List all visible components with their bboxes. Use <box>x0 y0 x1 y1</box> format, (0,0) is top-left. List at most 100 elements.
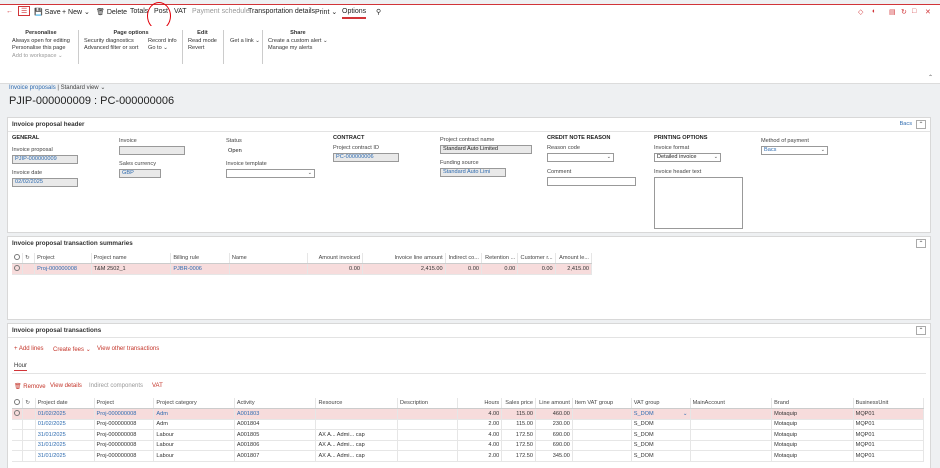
invoice-template-select[interactable]: ⌄ <box>226 169 315 178</box>
col-name[interactable]: Name <box>229 253 309 264</box>
col-description[interactable]: Description <box>397 398 458 409</box>
vat-button[interactable]: VAT <box>152 383 163 389</box>
contract-id-field[interactable]: PC-000000006 <box>333 153 399 162</box>
vat-button[interactable]: VAT <box>174 8 187 15</box>
select-all-radio[interactable] <box>12 398 24 409</box>
advanced-filter-sort[interactable]: Advanced filter or sort <box>84 45 138 53</box>
collapse-icon[interactable]: ⌃ <box>916 239 926 248</box>
table-row[interactable]: 01/02/2025 Proj-000000008 Adm A001803 4.… <box>12 408 925 420</box>
refresh-icon[interactable]: ↻ <box>901 8 907 16</box>
invoice-date-field[interactable]: 02/02/2025 <box>12 178 78 187</box>
table-row[interactable]: 31/01/2025 Proj-000000008 Labour A001807… <box>12 450 925 462</box>
col-brand[interactable]: Brand <box>771 398 854 409</box>
popout-icon[interactable]: □ <box>912 8 916 15</box>
manage-my-alerts[interactable]: Manage my alerts <box>268 45 328 53</box>
go-to[interactable]: Go to ⌄ <box>148 45 177 53</box>
col-customer-retention[interactable]: Customer r... <box>517 253 556 264</box>
close-icon[interactable]: ✕ <box>925 8 931 16</box>
get-a-link[interactable]: Get a link ⌄ <box>230 38 260 46</box>
cell-billing-rule[interactable]: PJBR-0006 <box>170 263 230 275</box>
cell-project[interactable]: Proj-000000008 <box>34 263 92 275</box>
chevron-up-icon[interactable]: ⌃ <box>928 74 933 81</box>
always-open-for-editing[interactable]: Always open for editing <box>12 38 70 46</box>
view-details-button[interactable]: View details <box>50 383 82 389</box>
menu-icon[interactable]: ☰ <box>18 6 31 16</box>
select-all-radio[interactable] <box>12 253 24 264</box>
reason-code-select[interactable]: ⌄ <box>547 153 614 162</box>
view-selector[interactable]: Standard view ⌄ <box>61 85 106 91</box>
security-diagnostics[interactable]: Security diagnostics <box>84 38 138 46</box>
col-sales-price[interactable]: Sales price <box>501 398 536 409</box>
record-info[interactable]: Record info <box>148 38 177 46</box>
search-icon[interactable]: ⚲ <box>376 8 381 16</box>
invoice-field[interactable] <box>119 146 185 155</box>
collapse-icon[interactable]: ⌃ <box>916 326 926 335</box>
row-radio[interactable] <box>12 408 24 420</box>
revert[interactable]: Revert <box>188 45 217 53</box>
view-other-transactions-button[interactable]: View other transactions <box>97 346 159 352</box>
refresh-icon[interactable]: ↻ <box>22 253 36 264</box>
cell-project-category[interactable]: Adm <box>153 408 235 420</box>
add-lines-button[interactable]: + Add lines <box>14 346 44 352</box>
col-retention[interactable]: Retention ... <box>481 253 519 264</box>
cell-vat-group[interactable]: S_DOM ⌄ <box>631 408 691 420</box>
section-title[interactable]: Invoice proposal header <box>12 121 84 128</box>
tab-hour[interactable]: Hour <box>14 363 28 371</box>
transportation-details-button[interactable]: Transportation details <box>248 8 315 15</box>
col-invoice-line-amount[interactable]: Invoice line amount <box>362 253 446 264</box>
cell-project-date[interactable]: 31/01/2025 <box>35 440 95 451</box>
indirect-components-button[interactable]: Indirect components <box>89 383 143 389</box>
col-vat-group[interactable]: VAT group <box>631 398 691 409</box>
section-title[interactable]: Invoice proposal transactions <box>12 327 101 334</box>
invoice-header-text-area[interactable] <box>654 177 743 229</box>
save-button[interactable]: 💾 Save <box>34 8 61 16</box>
col-project-name[interactable]: Project name <box>91 253 172 264</box>
cell-project-date[interactable]: 31/01/2025 <box>35 450 95 462</box>
breadcrumb-link[interactable]: Invoice proposals <box>9 85 56 91</box>
col-line-amount[interactable]: Line amount <box>535 398 573 409</box>
table-row[interactable]: 31/01/2025 Proj-000000008 Labour A001805… <box>12 429 925 441</box>
cell-project-date[interactable]: 31/01/2025 <box>35 429 95 441</box>
sales-currency-field[interactable]: GBP <box>119 169 161 178</box>
create-fees-button[interactable]: Create fees ⌄ <box>53 346 91 353</box>
col-project-date[interactable]: Project date <box>35 398 95 409</box>
col-main-account[interactable]: MainAccount <box>690 398 773 409</box>
attachment-icon[interactable]: ▤ <box>889 8 896 16</box>
invoice-format-select[interactable]: Detailed invoice ⌄ <box>654 153 721 162</box>
col-amount-left[interactable]: Amount le... <box>555 253 593 264</box>
cell-activity[interactable]: A001803 <box>234 408 317 420</box>
new-button[interactable]: + New ⌄ <box>62 8 90 16</box>
col-resource[interactable]: Resource <box>315 398 398 409</box>
funding-source-field[interactable]: Standard Auto Limi <box>440 168 506 177</box>
back-icon[interactable]: ← <box>6 8 13 15</box>
col-amount-invoiced[interactable]: Amount invoiced <box>307 253 363 264</box>
invoice-proposal-field[interactable]: PJIP-000000009 <box>12 155 78 164</box>
method-of-payment-select[interactable]: Bacs ⌄ <box>761 146 828 155</box>
collapse-icon[interactable]: ⌃ <box>916 120 926 129</box>
refresh-icon[interactable]: ↻ <box>22 398 36 409</box>
cell-project[interactable]: Proj-000000008 <box>94 408 155 420</box>
comment-field[interactable] <box>547 177 636 186</box>
col-project[interactable]: Project <box>34 253 92 264</box>
add-to-workspace[interactable]: Add to workspace ⌄ <box>12 53 70 61</box>
remove-button[interactable]: 🗑 Remove <box>14 383 46 390</box>
options-tab[interactable]: Options <box>342 8 367 19</box>
bacs-link[interactable]: Bacs <box>900 121 912 127</box>
read-mode[interactable]: Read mode <box>188 38 217 46</box>
payment-schedule-button[interactable]: Payment schedule <box>192 8 250 15</box>
personalise-this-page[interactable]: Personalise this page <box>12 45 70 53</box>
col-activity[interactable]: Activity <box>234 398 317 409</box>
cell-project-date[interactable]: 01/02/2025 <box>35 419 95 430</box>
col-business-unit[interactable]: BusinessUnit <box>853 398 925 409</box>
col-project[interactable]: Project <box>94 398 155 409</box>
col-indirect-cost[interactable]: Indirect co... <box>445 253 482 264</box>
col-item-vat-group[interactable]: Item VAT group <box>572 398 632 409</box>
section-title[interactable]: Invoice proposal transaction summaries <box>12 240 133 247</box>
col-project-category[interactable]: Project category <box>153 398 235 409</box>
totals-button[interactable]: Totals <box>130 8 148 15</box>
office-icon[interactable]: ◐ <box>872 8 876 15</box>
cell-project-date[interactable]: 01/02/2025 <box>35 408 95 420</box>
diamond-icon[interactable]: ◇ <box>858 8 863 16</box>
delete-button[interactable]: 🗑 Delete <box>96 8 127 16</box>
row-radio[interactable] <box>12 263 24 275</box>
